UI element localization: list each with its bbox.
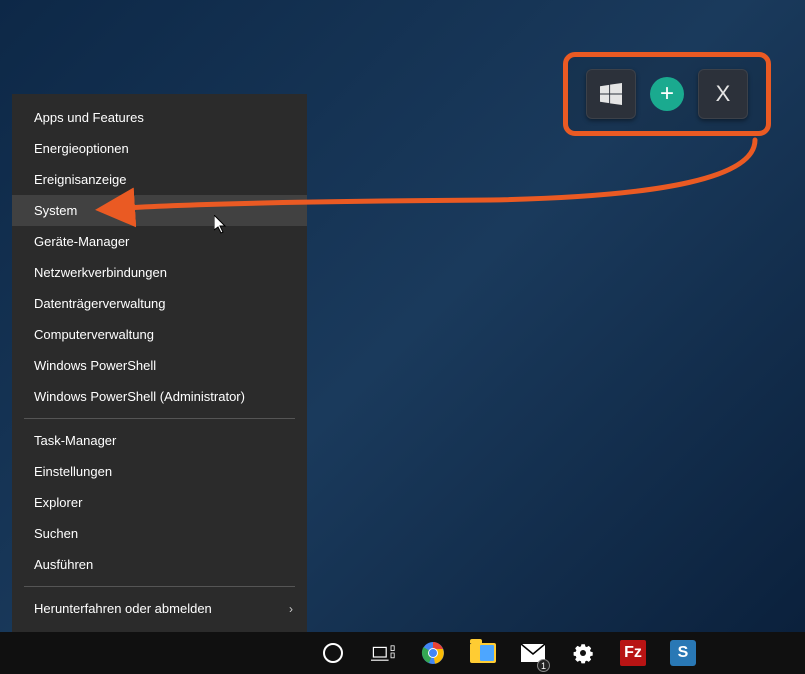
chrome-app[interactable] xyxy=(408,632,458,674)
menu-item[interactable]: Explorer xyxy=(12,487,307,518)
plus-label: + xyxy=(660,82,674,106)
menu-item-label: Ausführen xyxy=(34,557,93,572)
settings-app[interactable] xyxy=(558,632,608,674)
x-key-label: X xyxy=(716,81,731,107)
taskbar-items: 1 Fz S xyxy=(308,632,708,674)
menu-item[interactable]: Suchen xyxy=(12,518,307,549)
cortana-circle-icon xyxy=(321,641,345,665)
menu-item[interactable]: Ausführen xyxy=(12,549,307,580)
mail-badge: 1 xyxy=(537,659,550,672)
windows-key xyxy=(586,69,636,119)
menu-item[interactable]: Task-Manager xyxy=(12,425,307,456)
menu-item-label: Geräte-Manager xyxy=(34,234,129,249)
gear-icon xyxy=(571,641,595,665)
menu-item[interactable]: System xyxy=(12,195,307,226)
menu-item[interactable]: Windows PowerShell (Administrator) xyxy=(12,381,307,412)
menu-item-label: Netzwerkverbindungen xyxy=(34,265,167,280)
menu-item-label: Datenträgerverwaltung xyxy=(34,296,166,311)
chevron-right-icon: › xyxy=(289,602,293,616)
menu-item-label: Apps und Features xyxy=(34,110,144,125)
menu-item-label: Einstellungen xyxy=(34,464,112,479)
windows-logo-icon xyxy=(600,83,622,105)
winx-context-menu: Apps und Features Energieoptionen Ereignis… xyxy=(12,94,307,663)
menu-item-label: Computerverwaltung xyxy=(34,327,154,342)
menu-item-label: Windows PowerShell xyxy=(34,358,156,373)
taskbar: 1 Fz S xyxy=(0,632,805,674)
menu-separator xyxy=(24,586,295,587)
filezilla-app[interactable]: Fz xyxy=(608,632,658,674)
menu-item-label: Ereignisanzeige xyxy=(34,172,127,187)
x-key: X xyxy=(698,69,748,119)
plus-icon: + xyxy=(650,77,684,111)
menu-item[interactable]: Netzwerkverbindungen xyxy=(12,257,307,288)
task-view-button[interactable] xyxy=(358,632,408,674)
file-explorer-app[interactable] xyxy=(458,632,508,674)
menu-separator xyxy=(24,418,295,419)
filezilla-icon: Fz xyxy=(620,640,646,666)
menu-item[interactable]: Windows PowerShell xyxy=(12,350,307,381)
menu-item[interactable]: Ereignisanzeige xyxy=(12,164,307,195)
snagit-icon: S xyxy=(670,640,696,666)
menu-item[interactable]: Computerverwaltung xyxy=(12,319,307,350)
chrome-icon xyxy=(421,641,445,665)
menu-item-label: Herunterfahren oder abmelden xyxy=(34,601,212,616)
folder-icon xyxy=(470,643,496,663)
menu-item-label: System xyxy=(34,203,77,218)
menu-item-label: Suchen xyxy=(34,526,78,541)
menu-item-label: Explorer xyxy=(34,495,82,510)
menu-item-label: Energieoptionen xyxy=(34,141,129,156)
task-view-icon xyxy=(371,641,395,665)
cortana-search-button[interactable] xyxy=(308,632,358,674)
menu-item-label: Windows PowerShell (Administrator) xyxy=(34,389,245,404)
menu-item[interactable]: Herunterfahren oder abmelden › xyxy=(12,593,307,624)
mail-app[interactable]: 1 xyxy=(508,632,558,674)
menu-item[interactable]: Geräte-Manager xyxy=(12,226,307,257)
keyboard-shortcut-callout: + X xyxy=(563,52,771,136)
menu-item-label: Task-Manager xyxy=(34,433,116,448)
snagit-app[interactable]: S xyxy=(658,632,708,674)
menu-item[interactable]: Energieoptionen xyxy=(12,133,307,164)
menu-item[interactable]: Apps und Features xyxy=(12,102,307,133)
menu-item[interactable]: Datenträgerverwaltung xyxy=(12,288,307,319)
menu-item[interactable]: Einstellungen xyxy=(12,456,307,487)
